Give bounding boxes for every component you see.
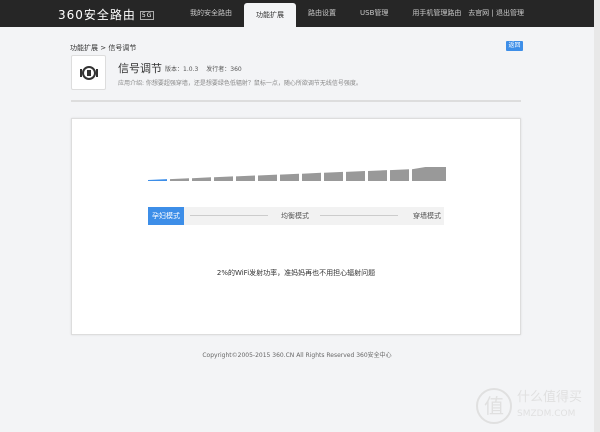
signal-bar[interactable]: [258, 174, 277, 181]
app-version: 版本：1.0.3: [165, 66, 199, 73]
watermark: 值什么值得买 SMZDM.COM: [476, 388, 582, 424]
signal-bar[interactable]: [302, 172, 321, 181]
signal-panel: 孕妇模式 均衡模式 穿墙模式 2%的WiFi发射功率，准妈妈再也不用担心辐射问题: [71, 118, 521, 335]
official-site-link[interactable]: 去官网: [468, 9, 489, 17]
slider-track: [320, 215, 398, 216]
signal-bar[interactable]: [324, 171, 343, 181]
tab-extensions[interactable]: 功能扩展: [244, 3, 296, 27]
logo: 360安全路由 5G: [58, 6, 155, 23]
logo-badge: 5G: [139, 11, 155, 20]
logout-link[interactable]: 退出管理: [496, 9, 524, 17]
app-title: 信号调节: [118, 62, 162, 75]
signal-bar[interactable]: [390, 169, 409, 181]
mode-pregnant[interactable]: 孕妇模式: [148, 207, 184, 225]
slider-track: [190, 215, 268, 216]
signal-info: 2%的WiFi发射功率，准妈妈再也不用担心辐射问题: [216, 269, 376, 277]
mode-slider[interactable]: 孕妇模式 均衡模式 穿墙模式: [148, 207, 444, 225]
watermark-logo: 值: [476, 388, 512, 424]
main-nav: 我的安全路由 功能扩展 路由设置 USB管理 用手机管理路由: [178, 0, 473, 27]
breadcrumb: 功能扩展 > 信号调节: [70, 44, 137, 52]
signal-bar[interactable]: [412, 167, 446, 181]
app-description: 应用介绍: 你想要超强穿墙，还是想要绿色低辐射？鼠标一点，随心所欲调节无线信号强…: [118, 80, 362, 87]
signal-app-icon: [71, 55, 106, 90]
tab-my-router[interactable]: 我的安全路由: [178, 0, 244, 27]
divider: [71, 100, 521, 102]
scrollbar[interactable]: [594, 0, 600, 432]
top-nav-bar: 360安全路由 5G 我的安全路由 功能扩展 路由设置 USB管理 用手机管理路由…: [0, 0, 594, 27]
signal-bar[interactable]: [214, 176, 233, 181]
signal-bar[interactable]: [148, 179, 167, 181]
watermark-domain: SMZDM.COM: [517, 409, 576, 419]
app-publisher: 发行者：360: [206, 66, 242, 73]
tab-usb[interactable]: USB管理: [348, 0, 400, 27]
signal-bar[interactable]: [170, 178, 189, 181]
mode-balanced[interactable]: 均衡模式: [281, 207, 309, 225]
signal-bar[interactable]: [280, 173, 299, 181]
mode-wall[interactable]: 穿墙模式: [413, 207, 441, 225]
header-links: 去官网 | 退出管理: [468, 9, 524, 17]
watermark-text: 什么值得买: [517, 390, 583, 405]
signal-level-bars[interactable]: [148, 167, 446, 183]
signal-bar[interactable]: [346, 171, 365, 181]
signal-bar[interactable]: [368, 170, 387, 181]
tab-mobile[interactable]: 用手机管理路由: [400, 0, 473, 27]
logo-text: 360安全路由: [58, 8, 136, 22]
back-button[interactable]: 返回: [506, 41, 523, 51]
app-meta: 版本：1.0.3 发行者：360: [165, 64, 250, 73]
signal-bar[interactable]: [192, 177, 211, 181]
signal-bar[interactable]: [236, 175, 255, 182]
footer-copyright: Copyright©2005-2015 360.CN All Rights Re…: [202, 352, 392, 359]
tab-router-settings[interactable]: 路由设置: [296, 0, 348, 27]
